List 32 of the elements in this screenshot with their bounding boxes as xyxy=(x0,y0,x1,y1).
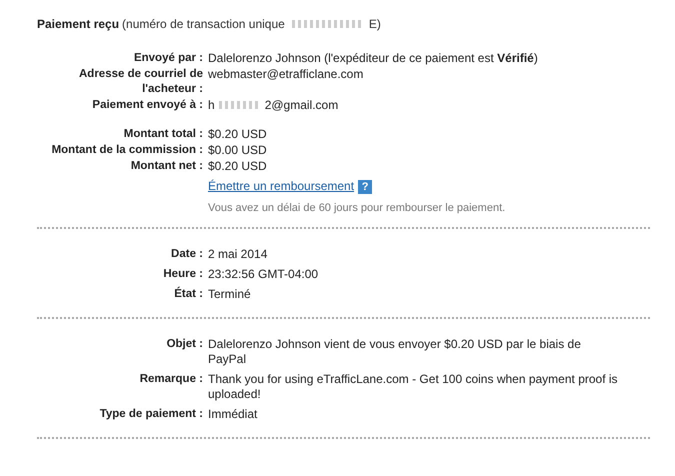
field-value: webmaster@etrafficlane.com xyxy=(208,67,364,83)
field-value: 23:32:56 GMT-04:00 xyxy=(208,267,320,282)
transaction-detail: E) xyxy=(368,17,381,31)
field-value: Immédiat xyxy=(208,407,258,422)
field-value: Dalelorenzo Johnson vient de vous envoyer $0.20 USD par le biais de PayPal xyxy=(208,337,582,367)
field-label: Montant de la commission : xyxy=(50,143,203,158)
field-value: h xyxy=(208,98,215,113)
redaction-mark xyxy=(292,20,362,28)
field-label: Montant total : xyxy=(122,127,203,142)
field-label: Montant net : xyxy=(130,159,203,174)
field-value: $0.00 USD xyxy=(208,143,268,158)
field-value: $0.20 USD xyxy=(208,127,268,142)
help-icon[interactable]: ? xyxy=(358,180,372,194)
transaction-detail: (numéro de transaction unique xyxy=(122,17,285,31)
field-value: 2@gmail.com xyxy=(264,98,338,113)
refund-note: Vous avez un délai de 60 jours pour rembourser le paiement. xyxy=(208,201,506,216)
field-label: Heure : xyxy=(162,267,203,282)
field-value: $0.20 USD xyxy=(208,159,268,174)
field-label: Type de paiement : xyxy=(98,407,203,422)
refund-link[interactable]: Émettre un remboursement xyxy=(208,179,354,194)
field-value: Thank you for using eTrafficLane.com - Get 100 coins when payment proof is uploaded! xyxy=(208,372,619,402)
field-label: Remarque : xyxy=(138,372,203,387)
field-value: Terminé xyxy=(208,287,252,302)
page-title: Paiement reçu xyxy=(37,17,120,31)
field-label: Objet : xyxy=(166,337,203,352)
field-label: Envoyé par : xyxy=(132,51,203,66)
field-value: Dalelorenzo Johnson (l'expéditeur de ce paiement est Vérifié) xyxy=(208,51,539,66)
field-value: 2 mai 2014 xyxy=(208,247,268,262)
field-label: Date : xyxy=(170,247,203,262)
field-label: Adresse de courriel de l'acheteur : xyxy=(78,67,203,97)
field-label: Paiement envoyé à : xyxy=(91,98,203,113)
field-label: État : xyxy=(173,287,203,302)
